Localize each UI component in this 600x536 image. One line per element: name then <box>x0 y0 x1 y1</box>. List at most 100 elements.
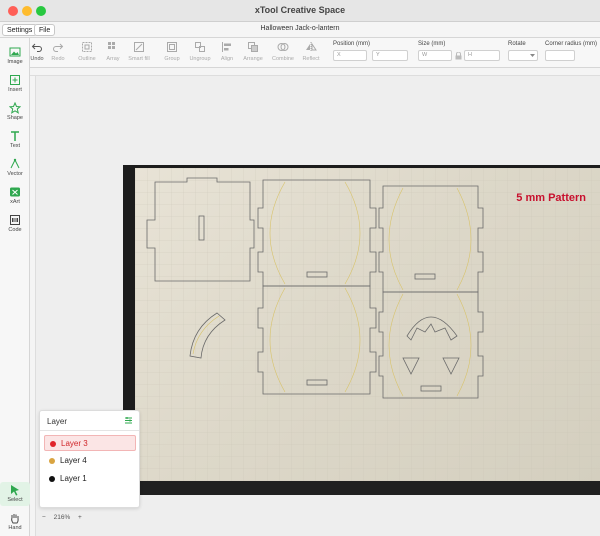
zoom-out-button[interactable]: − <box>42 514 46 521</box>
layer-name: Layer 1 <box>60 474 87 483</box>
redo-icon <box>53 43 64 52</box>
chevron-down-icon <box>530 54 535 57</box>
sidebar-label-hand: Hand <box>8 525 22 531</box>
select-icon <box>11 485 19 496</box>
image-icon <box>9 47 21 57</box>
zoom-in-button[interactable]: + <box>78 514 82 521</box>
sidebar-label-xart: xArt <box>10 199 20 205</box>
wood-board: 5 mm Pattern <box>135 168 600 482</box>
position-y-input[interactable]: Y <box>372 50 408 61</box>
undo-icon <box>31 43 42 52</box>
layer-row-layer-1[interactable]: Layer 1 <box>44 471 136 487</box>
smart-fill-icon <box>134 42 144 52</box>
corner-radius-input[interactable] <box>545 50 575 61</box>
insert-icon <box>10 75 20 85</box>
sidebar-item-hand[interactable]: Hand <box>0 512 30 531</box>
layer-color-dot <box>49 476 55 482</box>
reflect-button[interactable]: Reflect <box>300 41 322 62</box>
rotate-input[interactable] <box>508 50 538 61</box>
array-button[interactable]: Array <box>104 41 122 62</box>
array-label: Array <box>106 56 120 62</box>
size-h-input[interactable]: H <box>464 50 500 61</box>
array-icon <box>108 42 115 49</box>
pattern-label: 5 mm Pattern <box>516 192 586 204</box>
text-icon <box>11 131 19 141</box>
outline-button[interactable]: Outline <box>76 41 98 62</box>
sidebar-label-insert: Insert <box>8 87 22 93</box>
smart-fill-label: Smart fill <box>128 56 150 62</box>
align-icon <box>222 42 231 52</box>
sidebar-item-text[interactable]: Text <box>0 130 30 149</box>
sidebar-item-xart[interactable]: xArt <box>0 186 30 205</box>
design-outlines <box>135 168 600 482</box>
arrange-button[interactable]: Arrange <box>240 41 266 62</box>
layer-settings-icon[interactable] <box>124 416 133 425</box>
redo-label: Redo <box>51 56 65 62</box>
outline-label: Outline <box>78 56 96 62</box>
title-bar: xTool Creative Space <box>0 0 600 22</box>
layer-panel-title: Layer <box>47 417 68 426</box>
layer-name: Layer 3 <box>61 439 88 448</box>
code-icon <box>10 215 20 225</box>
align-label: Align <box>220 56 234 62</box>
rotate-label: Rotate <box>508 41 526 47</box>
sidebar-item-select[interactable]: Select <box>0 482 30 506</box>
camera-preview[interactable]: 5 mm Pattern <box>123 165 600 495</box>
reflect-icon <box>306 42 317 52</box>
size-label: Size (mm) <box>418 41 446 47</box>
zoom-control: − 216% + <box>42 514 88 526</box>
layer-color-dot <box>50 441 56 447</box>
horizontal-ruler <box>30 68 600 76</box>
group-icon <box>167 42 177 52</box>
sidebar-label-text: Text <box>9 143 21 149</box>
size-group: Size (mm) <box>418 41 445 47</box>
xart-icon <box>10 187 20 197</box>
ungroup-label: Ungroup <box>189 56 211 62</box>
zoom-level: 216% <box>53 514 71 521</box>
group-button[interactable]: Group <box>162 41 182 62</box>
group-label: Group <box>164 56 180 62</box>
app-title: xTool Creative Space <box>254 5 346 15</box>
position-x-input[interactable]: X <box>333 50 367 61</box>
combine-icon <box>277 43 289 51</box>
outline-icon <box>82 42 92 52</box>
ungroup-button[interactable]: Ungroup <box>188 41 212 62</box>
sidebar-item-image[interactable]: Image <box>0 46 30 65</box>
sidebar-item-vector[interactable]: Vector <box>0 158 30 177</box>
left-sidebar: Image Insert Shape Text Vector xArt Code… <box>0 38 30 536</box>
toolbar: Undo Redo Outline Array Smart fill Group… <box>30 38 600 68</box>
combine-button[interactable]: Combine <box>270 41 296 62</box>
document-title: Halloween Jack-o-lantern <box>260 25 340 32</box>
menu-row: Settings File Halloween Jack-o-lantern <box>0 22 600 38</box>
arrange-label: Arrange <box>243 56 263 62</box>
layer-panel-header: Layer <box>40 411 139 431</box>
shape-icon <box>9 102 21 114</box>
hand-icon <box>11 514 19 524</box>
undo-button[interactable]: Undo <box>30 41 44 62</box>
vertical-ruler <box>30 76 36 536</box>
position-label: Position (mm) <box>333 41 371 47</box>
vector-icon <box>10 158 20 169</box>
arrange-icon <box>248 42 258 52</box>
sidebar-item-code[interactable]: Code <box>0 214 30 233</box>
rotate-group: Rotate <box>508 41 526 47</box>
sidebar-label-image: Image <box>7 59 23 65</box>
reflect-label: Reflect <box>302 56 320 62</box>
sidebar-label-select: Select <box>7 497 23 503</box>
size-w-input[interactable]: W <box>418 50 452 61</box>
sidebar-label-code: Code <box>8 227 22 233</box>
sidebar-label-shape: Shape <box>7 115 23 121</box>
layer-color-dot <box>49 458 55 464</box>
smart-fill-button[interactable]: Smart fill <box>126 41 152 62</box>
sidebar-label-vector: Vector <box>7 171 23 177</box>
layer-row-layer-4[interactable]: Layer 4 <box>44 453 136 469</box>
sidebar-item-insert[interactable]: Insert <box>0 74 30 93</box>
layer-panel: Layer Layer 3 Layer 4 Layer 1 <box>39 410 140 508</box>
redo-button[interactable]: Redo <box>50 41 66 62</box>
sidebar-item-shape[interactable]: Shape <box>0 102 30 121</box>
corner-radius-group: Corner radius (mm) <box>545 41 597 47</box>
ungroup-icon <box>195 42 205 52</box>
align-button[interactable]: Align <box>218 41 236 62</box>
layer-row-layer-3[interactable]: Layer 3 <box>44 435 136 451</box>
lock-icon[interactable] <box>455 52 462 60</box>
